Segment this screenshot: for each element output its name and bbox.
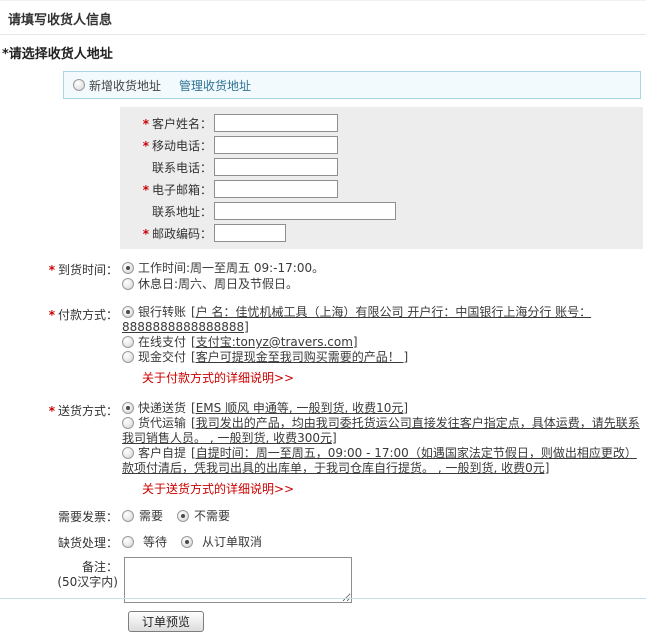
contact-phone-input[interactable] [214,158,338,176]
stockout-label: 缺货处理： [58,536,118,550]
restday-option: 休息日:周六、周日及节假日。 [122,276,644,292]
cash-pay-label: 现金交付 [138,350,186,364]
invoice-no-radio[interactable] [177,510,189,522]
restday-radio[interactable] [122,278,134,290]
invoice-row: 需要发票： 需要 不需要 [0,507,646,525]
delivery-time-row: *到货时间： 工作时间:周一至周五 09:-17:00。 休息日:周六、周日及节… [0,260,646,292]
mobile-phone-row: *移动电话： [120,134,643,156]
shipping-method-label: 送货方式： [58,404,118,418]
remark-sublabel: (50汉字内) [0,575,118,590]
payment-details-link[interactable]: 关于付款方式的详细说明>> [142,371,294,386]
required-asterisk: * [143,139,149,153]
self-pickup-option: 客户自提[自提时间：周一至周五，09:00 - 17:00（如遇国家法定节假日，… [122,446,644,476]
new-address-label: 新增收货地址 [89,77,161,94]
online-pay-label: 在线支付 [138,335,186,349]
worktime-radio[interactable] [122,262,134,274]
required-asterisk: * [143,117,149,131]
stockout-wait-radio[interactable] [122,536,134,548]
required-asterisk: * [49,404,55,418]
contact-info-panel: *客户姓名： *移动电话： 联系电话： *电子邮箱： 联系地址： *邮政编码： [120,107,643,249]
address-selector-box: 新增收货地址 管理收货地址 [63,71,641,99]
customer-name-input[interactable] [214,114,338,132]
postal-code-input[interactable] [214,224,286,242]
invoice-yes-label: 需要 [139,507,163,524]
freight-radio[interactable] [122,417,134,429]
contact-phone-label: 联系电话： [152,161,212,175]
mobile-phone-input[interactable] [214,136,338,154]
bank-transfer-label: 银行转账 [138,305,186,319]
section-title-select-address: *请选择收货人地址 [2,43,646,62]
worktime-option-label: 工作时间:周一至周五 09:-17:00。 [138,261,324,275]
cash-pay-detail-link[interactable]: [客户可提现金至我司购买需要的产品！ ] [191,350,408,364]
contact-address-row: 联系地址： [120,200,643,222]
page-title: 请填写收货人信息 [8,9,638,28]
remark-label: 备注： [0,560,118,575]
bank-transfer-detail-link[interactable]: [户 名：佳忧机械工具（上海）有限公司 开户行：中国银行上海分行 账号：8888… [122,305,591,334]
email-label: 电子邮箱： [152,183,212,197]
required-asterisk: * [49,263,55,277]
bank-transfer-radio[interactable] [122,306,134,318]
contact-address-input[interactable] [214,202,396,220]
contact-address-label: 联系地址： [152,205,212,219]
freight-detail-link[interactable]: [我司发出的产品，均由我司委托货运公司直接发往客户指定点，具体运费，请先联系我司… [122,416,640,445]
delivery-time-label: 到货时间： [58,263,118,277]
express-detail-link[interactable]: [EMS 顺风 申通等, 一般到货, 收费10元] [191,401,408,415]
worktime-option: 工作时间:周一至周五 09:-17:00。 [122,260,644,276]
stockout-wait-label: 等待 [143,533,167,550]
freight-option: 货代运输[我司发出的产品，均由我司委托货运公司直接发往客户指定点，具体运费，请先… [122,416,644,446]
stockout-cancel-radio[interactable] [181,536,193,548]
required-asterisk: * [143,227,149,241]
payment-method-row: *付款方式： 银行转账[户 名：佳忧机械工具（上海）有限公司 开户行：中国银行上… [0,305,646,386]
stockout-row: 缺货处理： 等待 从订单取消 [0,533,646,551]
bank-transfer-option: 银行转账[户 名：佳忧机械工具（上海）有限公司 开户行：中国银行上海分行 账号：… [122,305,644,335]
shipping-method-row: *送货方式： 快递送货 [EMS 顺风 申通等, 一般到货, 收费10元] 货代运… [0,401,646,497]
freight-label: 货代运输 [138,416,186,430]
shipping-details-link[interactable]: 关于送货方式的详细说明>> [142,482,294,497]
online-pay-detail-link[interactable]: [支付宝:tonyz@travers.com] [191,335,358,349]
postal-code-label: 邮政编码： [152,227,212,241]
manage-addresses-link[interactable]: 管理收货地址 [179,77,251,94]
express-option: 快递送货 [EMS 顺风 申通等, 一般到货, 收费10元] [122,401,644,416]
remark-textarea[interactable] [124,557,352,603]
online-pay-radio[interactable] [122,336,134,348]
contact-phone-row: 联系电话： [120,156,643,178]
stockout-cancel-label: 从订单取消 [202,533,262,550]
restday-option-label: 休息日:周六、周日及节假日。 [138,277,298,291]
email-input[interactable] [214,180,338,198]
new-address-radio[interactable] [73,79,85,91]
customer-name-row: *客户姓名： [120,112,643,134]
invoice-yes-radio[interactable] [122,510,134,522]
self-pickup-detail-link[interactable]: [自提时间：周一至周五，09:00 - 17:00（如遇国家法定节假日，则做出相… [122,446,637,475]
self-pickup-radio[interactable] [122,447,134,459]
order-preview-button[interactable]: 订单预览 [128,611,204,632]
cash-pay-radio[interactable] [122,351,134,363]
email-row: *电子邮箱： [120,178,643,200]
customer-name-label: 客户姓名： [152,117,212,131]
online-pay-option: 在线支付 [支付宝:tonyz@travers.com] [122,335,644,350]
express-label: 快递送货 [138,401,186,415]
page-header: 请填写收货人信息 [0,1,646,35]
self-pickup-label: 客户自提 [138,446,186,460]
payment-method-label: 付款方式： [58,308,118,322]
required-asterisk: * [49,308,55,322]
actions-row: 订单预览 [128,611,646,632]
postal-code-row: *邮政编码： [120,222,643,244]
bottom-divider [0,598,646,599]
mobile-phone-label: 移动电话： [152,139,212,153]
cash-pay-option: 现金交付 [客户可提现金至我司购买需要的产品！ ] [122,350,644,365]
invoice-no-label: 不需要 [194,507,230,524]
required-asterisk: * [143,183,149,197]
invoice-label: 需要发票： [58,510,118,524]
express-radio[interactable] [122,402,134,414]
consignee-form-page: 请填写收货人信息 *请选择收货人地址 新增收货地址 管理收货地址 *客户姓名： … [0,0,646,603]
